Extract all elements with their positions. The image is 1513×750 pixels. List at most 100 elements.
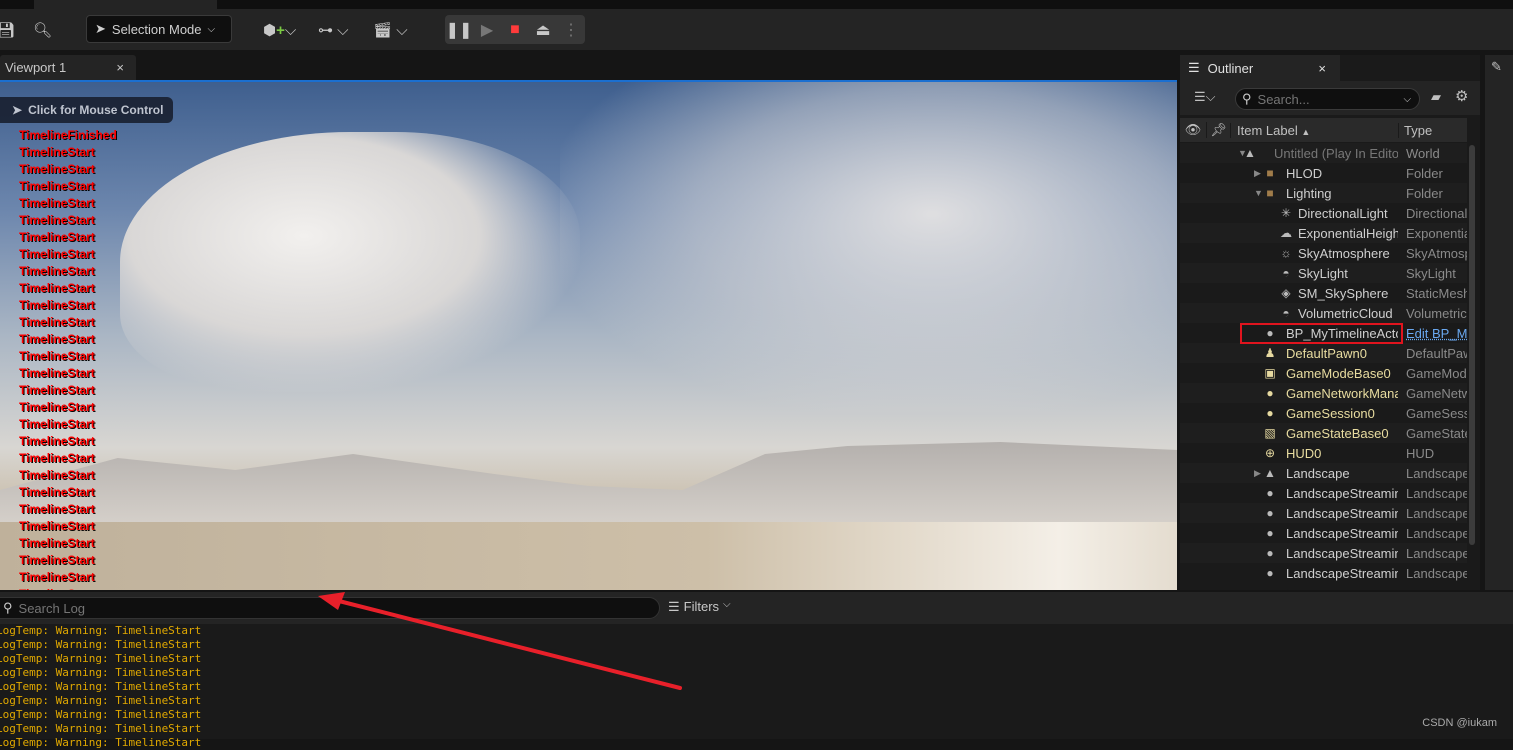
- outliner-row[interactable]: ● LandscapeStreamingProxy LandscapeStreami…: [1180, 503, 1467, 523]
- debug-message: TimelineStart: [19, 536, 95, 550]
- item-type: LandscapeStreamingProxy: [1406, 565, 1467, 581]
- browse-icon[interactable]: 🔍︎: [33, 17, 52, 43]
- watermark: CSDN @iukam: [1422, 717, 1497, 729]
- add-actor-icon[interactable]: ⬢ + ⌵: [263, 17, 296, 43]
- expand-icon[interactable]: ▶: [1254, 168, 1261, 179]
- outliner-row[interactable]: ● LandscapeStreamingProxy LandscapeStreami…: [1180, 543, 1467, 563]
- log-line: LogTemp: Warning: TimelineStart: [0, 638, 202, 651]
- item-type: LandscapeStreamingProxy: [1406, 545, 1467, 561]
- static-mesh-icon: ◈: [1281, 286, 1291, 300]
- tab-outliner[interactable]: ☰ Outliner ×: [1180, 55, 1340, 81]
- actor-icon: ●: [1266, 526, 1274, 540]
- outliner-icon: ☰: [1188, 60, 1200, 75]
- expand-icon[interactable]: ▶: [1254, 468, 1261, 479]
- output-log-toolbar: ⚲ ☰ Filters ⌵: [0, 592, 1513, 624]
- debug-message: TimelineFinished: [19, 128, 117, 142]
- log-line: LogTemp: Warning: TimelineStart: [0, 736, 202, 749]
- game-viewport[interactable]: ➤ Click for Mouse Control TimelineFinish…: [0, 80, 1177, 590]
- outliner-search[interactable]: ⚲ ⌵: [1235, 88, 1420, 110]
- sky-light-icon: ◓: [1282, 266, 1290, 280]
- outliner-row[interactable]: ● GameSession0 GameSession: [1180, 403, 1467, 423]
- output-log: LogTemp: Warning: TimelineStart LogTemp: …: [0, 624, 1513, 749]
- outliner-row[interactable]: ▶ ▲ Landscape Landscape: [1180, 463, 1467, 483]
- blueprint-icon[interactable]: ⊶ ⌵: [318, 17, 349, 43]
- step-icon[interactable]: ▶: [473, 20, 501, 40]
- outliner-search-input[interactable]: [1257, 91, 1398, 107]
- mouse-control-button[interactable]: ➤ Click for Mouse Control: [0, 97, 173, 123]
- cursor-icon: ➤: [95, 21, 106, 36]
- stop-icon[interactable]: ■: [501, 21, 529, 39]
- level-tab[interactable]: [34, 0, 217, 9]
- filters-button[interactable]: ☰ Filters ⌵: [668, 599, 731, 615]
- eject-icon[interactable]: ⏏: [529, 20, 557, 40]
- chevron-down-icon: ⌵: [723, 599, 731, 610]
- item-label: GameSession0: [1286, 405, 1375, 421]
- pause-icon[interactable]: ❚❚: [445, 20, 473, 40]
- debug-message: TimelineStart: [19, 519, 95, 533]
- log-line: LogTemp: Warning: TimelineStart: [0, 680, 202, 693]
- debug-message: TimelineStart: [19, 281, 95, 295]
- tab-viewport[interactable]: Viewport 1 ×: [0, 55, 136, 80]
- outliner-row[interactable]: ♟ DefaultPawn0 DefaultPawn: [1180, 343, 1467, 363]
- outliner-scrollbar[interactable]: [1469, 145, 1475, 545]
- outliner-row[interactable]: ✳ DirectionalLight DirectionalLight: [1180, 203, 1467, 223]
- item-label: GameModeBase0: [1286, 365, 1391, 381]
- more-icon[interactable]: ⋮: [557, 20, 585, 40]
- item-type: GameNetworkManager: [1406, 385, 1467, 401]
- debug-message: TimelineStart: [19, 162, 95, 176]
- log-line: LogTemp: Warning: TimelineStart: [0, 708, 202, 721]
- outliner-row[interactable]: ◓ SkyLight SkyLight: [1180, 263, 1467, 283]
- item-label: LandscapeStreamingProxy: [1286, 485, 1398, 501]
- item-type: Landscape: [1406, 465, 1467, 481]
- item-type: LandscapeStreamingProxy: [1406, 505, 1467, 521]
- item-type: SkyAtmosphere: [1406, 245, 1467, 261]
- column-item-label[interactable]: Item Label ▲: [1230, 122, 1398, 138]
- debug-message: TimelineStart: [19, 502, 95, 516]
- item-type: GameStateBase: [1406, 425, 1467, 441]
- outliner-row[interactable]: ▶ ■ HLOD Folder: [1180, 163, 1467, 183]
- gear-icon[interactable]: ⚙: [1455, 87, 1468, 105]
- column-type[interactable]: Type: [1398, 122, 1432, 138]
- search-icon: ⚲: [1242, 91, 1252, 106]
- edit-blueprint-link[interactable]: Edit BP_MyTimelineActor: [1406, 326, 1467, 341]
- cinematics-icon[interactable]: 🎬︎ ⌵: [373, 17, 408, 43]
- log-search[interactable]: ⚲: [0, 597, 660, 619]
- debug-message: TimelineStart: [19, 247, 95, 261]
- item-type: ExponentialHeightFog: [1406, 225, 1467, 241]
- filter-icon[interactable]: ☰⌵: [1194, 89, 1216, 105]
- outliner-row[interactable]: ▼ ■ Lighting Folder: [1180, 183, 1467, 203]
- outliner-header: 👁︎ 📌︎ Item Label ▲ Type: [1180, 118, 1467, 142]
- eye-icon[interactable]: 👁︎: [1180, 122, 1206, 138]
- close-icon[interactable]: ×: [116, 60, 124, 75]
- outliner-row[interactable]: ▧ GameStateBase0 GameStateBase: [1180, 423, 1467, 443]
- sort-ascending-icon: ▲: [1301, 126, 1311, 137]
- outliner-row[interactable]: ⊕ HUD0 HUD: [1180, 443, 1467, 463]
- edit-icon[interactable]: ✎: [1491, 59, 1502, 75]
- log-search-input[interactable]: [18, 600, 619, 616]
- actor-icon: ●: [1266, 566, 1274, 580]
- debug-message: TimelineStart: [19, 400, 95, 414]
- outliner-row[interactable]: ▣ GameModeBase0 GameModeBase: [1180, 363, 1467, 383]
- outliner-row[interactable]: ● GameNetworkManager0 GameNetworkManager: [1180, 383, 1467, 403]
- outliner-row[interactable]: ☼ SkyAtmosphere SkyAtmosphere: [1180, 243, 1468, 263]
- chevron-down-icon[interactable]: ⌵: [1404, 94, 1412, 105]
- outliner-row[interactable]: ● LandscapeStreamingProxy LandscapeStreami…: [1180, 483, 1467, 503]
- debug-message: TimelineStart: [19, 145, 95, 159]
- outliner-row[interactable]: ● LandscapeStreamingProxy LandscapeStreami…: [1180, 523, 1467, 543]
- save-icon[interactable]: 💾︎: [0, 17, 15, 43]
- debug-message: TimelineStart: [19, 570, 95, 584]
- selection-mode-dropdown[interactable]: ➤ Selection Mode ⌵: [86, 15, 232, 43]
- pin-icon[interactable]: 📌︎: [1206, 122, 1230, 138]
- outliner-row[interactable]: ◓ VolumetricCloud VolumetricCloud: [1180, 303, 1467, 323]
- outliner-row[interactable]: ☁ ExponentialHeightFog ExponentialHeightFo…: [1180, 223, 1467, 243]
- close-icon[interactable]: ×: [1318, 61, 1326, 76]
- debug-message: TimelineStart: [19, 553, 95, 567]
- outliner-row[interactable]: ▼ ▲ Untitled (Play In Editor) World: [1180, 143, 1467, 163]
- ground: [0, 522, 1177, 590]
- item-label: LandscapeStreamingProxy: [1286, 545, 1398, 561]
- item-type: LandscapeStreamingProxy: [1406, 485, 1467, 501]
- add-folder-icon[interactable]: ▰: [1431, 89, 1441, 105]
- outliner-row[interactable]: ● LandscapeStreamingProxy LandscapeStreami…: [1180, 563, 1467, 583]
- debug-message: TimelineStart: [19, 332, 95, 346]
- outliner-row[interactable]: ◈ SM_SkySphere StaticMeshActor: [1180, 283, 1467, 303]
